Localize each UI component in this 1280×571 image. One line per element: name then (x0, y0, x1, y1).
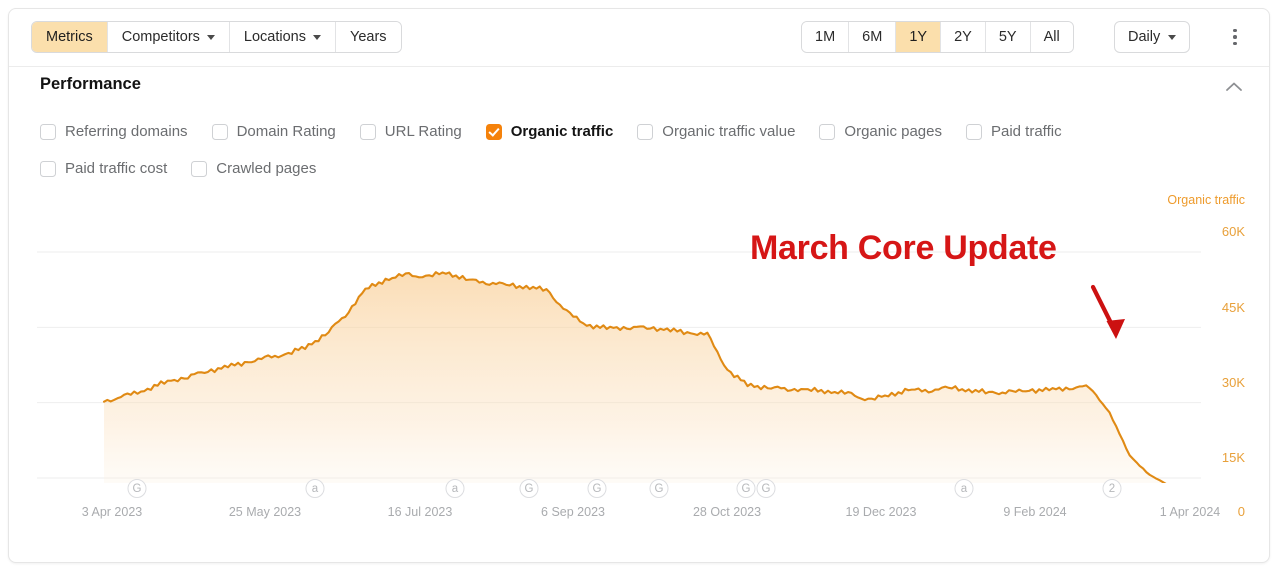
checkbox-box (637, 123, 654, 140)
x-tick-1: 25 May 2023 (228, 505, 302, 519)
checkbox-box (40, 123, 56, 140)
event-marker-algo-note[interactable]: a (954, 479, 974, 498)
kebab-menu-icon[interactable] (1223, 21, 1247, 53)
page-title: Performance (40, 75, 141, 93)
range-1y[interactable]: 1Y (896, 22, 942, 52)
chevron-down-icon (312, 34, 321, 40)
y-tick-30k: 30K (1221, 375, 1245, 390)
annotation-march-core-update: March Core Update (750, 229, 1057, 267)
checkbox-box (40, 160, 56, 177)
chevron-down-icon (1168, 34, 1177, 40)
event-marker-google-update[interactable]: G (649, 479, 669, 498)
checkbox-box (965, 123, 982, 140)
event-marker-google-update[interactable]: G (127, 479, 147, 498)
down-right-arrow-icon (1090, 284, 1125, 339)
checkbox-crawled-pages[interactable]: Crawled pages (191, 160, 316, 177)
date-range-group: 1M 6M 1Y 2Y 5Y All (801, 21, 1074, 53)
tab-years-label: Years (349, 29, 387, 45)
checkbox-label: URL Rating (384, 123, 462, 140)
x-tick-0: 3 Apr 2023 (81, 505, 143, 519)
range-2y[interactable]: 2Y (941, 22, 986, 52)
range-1m-label: 1M (815, 29, 836, 45)
checkbox-label: Organic pages (844, 123, 942, 140)
checkbox-box-checked (485, 123, 502, 140)
performance-header: Performance (9, 67, 1269, 109)
chevron-down-icon (206, 34, 215, 40)
performance-panel: Metrics Competitors Locations Years 1M 6… (8, 8, 1270, 563)
granularity-value: Daily (1128, 29, 1161, 45)
event-marker-algo-note[interactable]: a (445, 479, 465, 498)
tab-metrics[interactable]: Metrics (32, 22, 108, 52)
x-tick-3: 6 Sep 2023 (541, 505, 605, 519)
checkbox-label: Organic traffic value (662, 123, 796, 140)
range-6m[interactable]: 6M (849, 22, 897, 52)
x-tick-7: 1 Apr 2024 (1159, 505, 1221, 519)
y-tick-45k: 45K (1221, 300, 1245, 315)
checkbox-organic-traffic-value[interactable]: Organic traffic value (637, 123, 795, 140)
checkbox-label: Domain Rating (236, 123, 336, 140)
tab-locations[interactable]: Locations (229, 22, 336, 52)
range-all[interactable]: All (1030, 22, 1073, 52)
kebab-dot (1233, 35, 1237, 39)
range-6m-label: 6M (862, 29, 883, 45)
y-tick-60k: 60K (1221, 224, 1245, 239)
chevron-up-icon[interactable] (1221, 75, 1247, 99)
range-5y[interactable]: 5Y (985, 22, 1031, 52)
event-marker-count-2[interactable]: 2 (1102, 479, 1122, 498)
checkbox-paid-traffic[interactable]: Paid traffic (965, 123, 1062, 140)
kebab-dot (1233, 28, 1237, 33)
metric-row-1: Referring domains Domain Rating URL Rati… (9, 113, 1269, 150)
range-1y-label: 1Y (909, 29, 928, 45)
x-axis-labels: 3 Apr 2023 25 May 2023 16 Jul 2023 6 Sep… (9, 505, 1269, 525)
chart-plot-area[interactable] (9, 215, 1269, 483)
event-marker-google-update[interactable]: G (756, 479, 776, 498)
checkbox-organic-traffic[interactable]: Organic traffic (485, 123, 614, 140)
checkbox-box (211, 123, 228, 140)
range-5y-label: 5Y (998, 29, 1017, 45)
checkbox-url-rating[interactable]: URL Rating (359, 123, 462, 140)
toolbar: Metrics Competitors Locations Years 1M 6… (9, 9, 1269, 67)
tab-competitors[interactable]: Competitors (107, 22, 230, 52)
metric-row-2: Paid traffic cost Crawled pages (9, 150, 1269, 187)
checkbox-box (191, 160, 208, 177)
event-marker-google-update[interactable]: G (736, 479, 756, 498)
metric-checkbox-list: Referring domains Domain Rating URL Rati… (9, 109, 1269, 187)
ahrefs-performance-screen: Metrics Competitors Locations Years 1M 6… (0, 0, 1280, 571)
tab-competitors-label: Competitors (121, 29, 200, 45)
tab-locations-label: Locations (243, 29, 306, 45)
view-tabs-group: Metrics Competitors Locations Years (31, 21, 402, 53)
y-tick-15k: 15K (1221, 450, 1245, 465)
range-1m[interactable]: 1M (802, 22, 850, 52)
checkbox-label: Crawled pages (216, 160, 317, 177)
checkbox-organic-pages[interactable]: Organic pages (819, 123, 942, 140)
x-tick-2: 16 Jul 2023 (387, 505, 453, 519)
checkbox-paid-traffic-cost[interactable]: Paid traffic cost (40, 160, 167, 177)
event-marker-google-update[interactable]: G (519, 479, 539, 498)
event-marker-google-update[interactable]: G (587, 479, 607, 498)
range-2y-label: 2Y (954, 29, 972, 45)
checkbox-box (359, 123, 376, 140)
x-tick-6: 9 Feb 2024 (1003, 505, 1067, 519)
granularity-dropdown[interactable]: Daily (1114, 21, 1191, 53)
checkbox-box (819, 123, 836, 140)
range-all-label: All (1043, 29, 1060, 45)
x-tick-4: 28 Oct 2023 (692, 505, 762, 519)
x-tick-5: 19 Dec 2023 (845, 505, 917, 519)
checkbox-referring-domains[interactable]: Referring domains (40, 123, 188, 140)
chart-legend: Organic traffic (1167, 193, 1245, 207)
tab-metrics-label: Metrics (46, 29, 93, 45)
checkbox-domain-rating[interactable]: Domain Rating (211, 123, 336, 140)
event-marker-algo-note[interactable]: a (305, 479, 325, 498)
organic-traffic-chart: Organic traffic 60K 45K 30K 15K 0 G a a … (9, 193, 1269, 523)
checkbox-label: Referring domains (65, 123, 188, 140)
checkbox-label: Paid traffic cost (65, 160, 168, 177)
checkbox-label: Organic traffic (510, 123, 614, 140)
checkbox-label: Paid traffic (990, 123, 1062, 140)
kebab-dot (1233, 41, 1237, 46)
tab-years[interactable]: Years (335, 22, 401, 52)
